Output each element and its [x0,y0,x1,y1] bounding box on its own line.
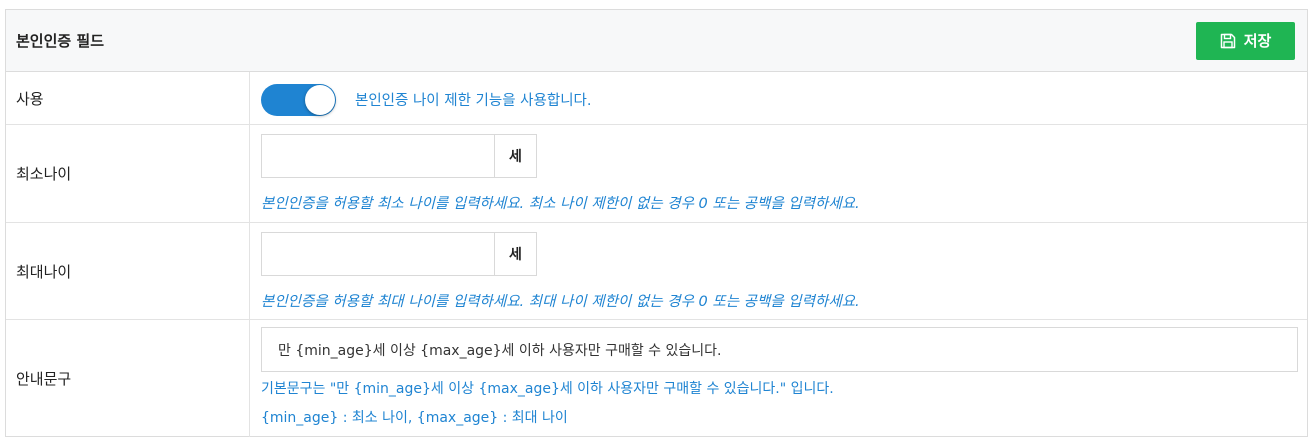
min-age-help: 본인인증을 허용할 최소 나이를 입력하세요. 최소 나이 제한이 없는 경우 … [261,196,860,212]
save-button-label: 저장 [1243,32,1272,50]
panel-header: 본인인증 필드 저장 [6,10,1307,72]
guide-text-input[interactable] [261,327,1298,372]
min-age-input[interactable] [261,134,494,178]
identity-verification-panel: 본인인증 필드 저장 사용 본인인증 나이 제한 기능을 사용합니다. 최소나이 [5,9,1308,437]
row-min-age: 최소나이 세 본인인증을 허용할 최소 나이를 입력하세요. 최소 나이 제한이… [6,125,1307,223]
row-label-guide: 안내문구 [6,320,250,437]
toggle-knob [305,85,335,115]
use-toggle[interactable] [261,84,336,116]
min-age-unit: 세 [494,134,537,178]
row-label-use: 사용 [6,72,250,124]
row-body-max-age: 세 본인인증을 허용할 최대 나이를 입력하세요. 최대 나이 제한이 없는 경… [250,223,1307,319]
min-age-input-group: 세 [261,134,537,178]
row-body-use: 본인인증 나이 제한 기능을 사용합니다. [250,72,1307,124]
row-guide: 안내문구 기본문구는 "만 {min_age}세 이상 {max_age}세 이… [6,320,1307,437]
panel-title: 본인인증 필드 [16,32,105,50]
max-age-input[interactable] [261,232,494,276]
max-age-input-group: 세 [261,232,537,276]
guide-variables-help: {min_age} : 최소 나이, {max_age} : 최대 나이 [261,410,568,426]
floppy-disk-icon [1220,33,1236,49]
row-body-min-age: 세 본인인증을 허용할 최소 나이를 입력하세요. 최소 나이 제한이 없는 경… [250,125,1307,222]
use-toggle-description: 본인인증 나이 제한 기능을 사용합니다. [355,93,592,109]
guide-default-help: 기본문구는 "만 {min_age}세 이상 {max_age}세 이하 사용자… [261,381,834,397]
row-label-max-age: 최대나이 [6,223,250,319]
save-button[interactable]: 저장 [1196,21,1295,60]
row-max-age: 최대나이 세 본인인증을 허용할 최대 나이를 입력하세요. 최대 나이 제한이… [6,223,1307,320]
row-use: 사용 본인인증 나이 제한 기능을 사용합니다. [6,72,1307,125]
max-age-help: 본인인증을 허용할 최대 나이를 입력하세요. 최대 나이 제한이 없는 경우 … [261,294,860,310]
row-label-min-age: 최소나이 [6,125,250,222]
max-age-unit: 세 [494,232,537,276]
row-body-guide: 기본문구는 "만 {min_age}세 이상 {max_age}세 이하 사용자… [250,320,1307,437]
